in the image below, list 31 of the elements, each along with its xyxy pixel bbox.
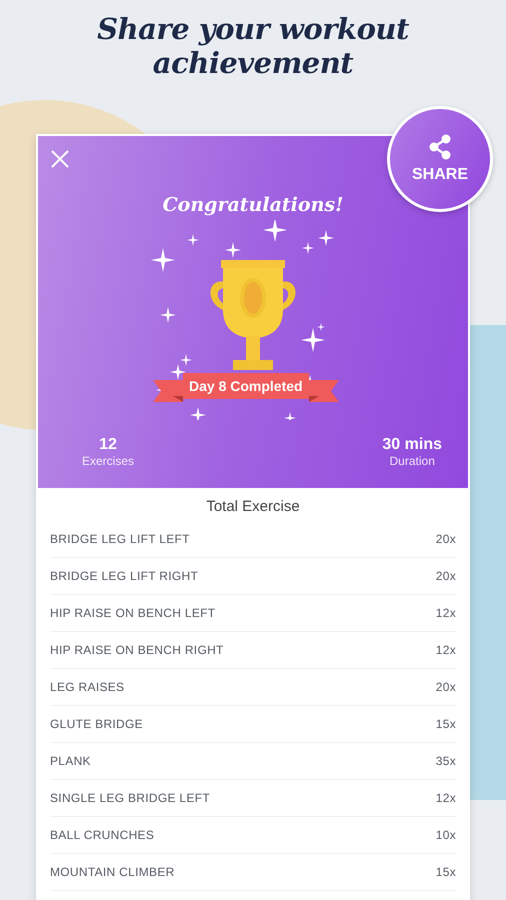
stat-label: Duration xyxy=(390,454,435,468)
exercise-reps: 20x xyxy=(436,569,456,583)
ribbon-banner: Day 8 Completed xyxy=(153,368,353,404)
exercise-name: GLUTE BRIDGE xyxy=(50,717,143,731)
exercise-name: PLANK xyxy=(50,754,91,768)
stat-value: 12 xyxy=(99,436,117,454)
exercise-name: BALL CRUNCHES xyxy=(50,828,154,842)
exercise-reps: 20x xyxy=(436,532,456,546)
exercise-name: HIP RAISE ON BENCH RIGHT xyxy=(50,643,224,657)
exercise-name: BRIDGE LEG LIFT RIGHT xyxy=(50,569,198,583)
exercise-reps: 35x xyxy=(436,754,456,768)
list-title: Total Exercise xyxy=(205,497,301,517)
exercise-reps: 12x xyxy=(436,643,456,657)
share-button[interactable]: SHARE xyxy=(387,106,493,212)
stat-value: 30 mins xyxy=(382,436,442,454)
exercise-name: SINGLE LEG BRIDGE LEFT xyxy=(50,791,210,805)
headline: Share your workout achievement xyxy=(96,11,410,80)
exercise-reps: 15x xyxy=(436,865,456,879)
stat-label: Exercises xyxy=(82,454,134,468)
exercise-reps: 15x xyxy=(436,717,456,731)
close-icon[interactable] xyxy=(50,149,70,169)
exercise-reps: 12x xyxy=(436,606,456,620)
congratulations-title: Congratulations! xyxy=(162,194,344,216)
exercise-reps: 10x xyxy=(436,828,456,842)
exercise-name: HIP RAISE ON BENCH LEFT xyxy=(50,606,216,620)
exercise-name: BRIDGE LEG LIFT LEFT xyxy=(50,532,190,546)
exercise-name: LEG RAISES xyxy=(50,680,124,694)
share-icon xyxy=(428,134,452,160)
exercise-reps: 12x xyxy=(436,791,456,805)
exercise-reps: 20x xyxy=(436,680,456,694)
exercise-name: MOUNTAIN CLIMBER xyxy=(50,865,175,879)
